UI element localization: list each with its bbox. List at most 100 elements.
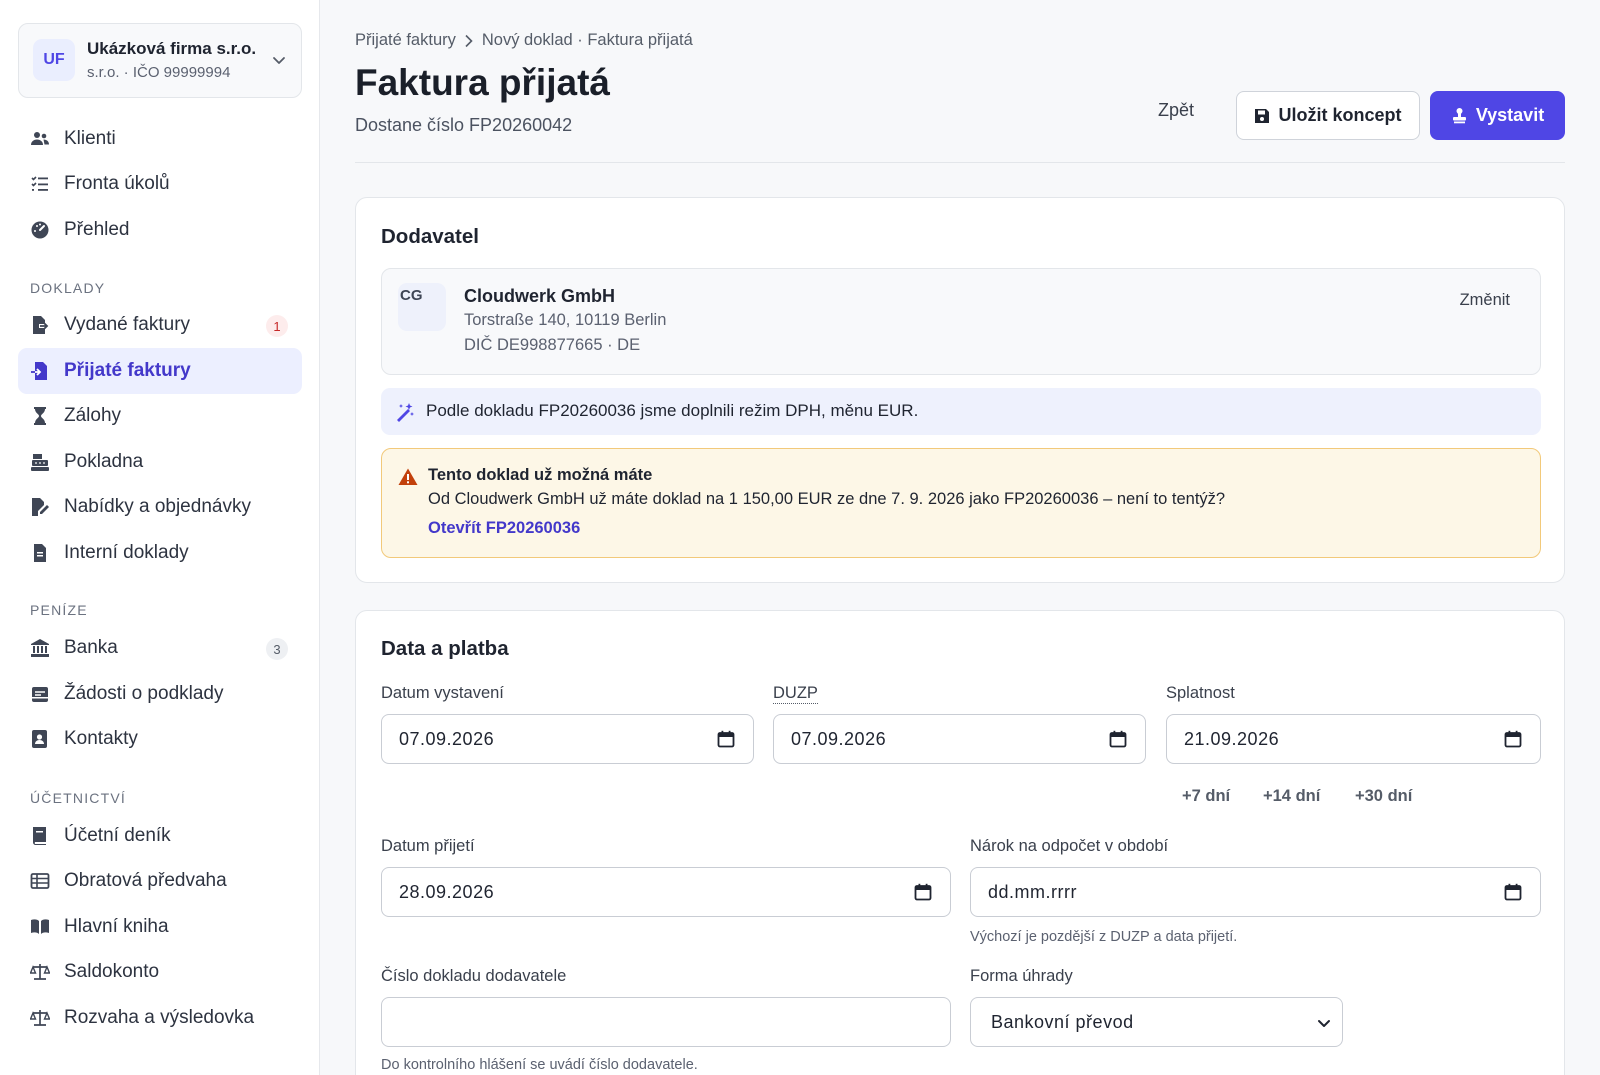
sidebar-item-fronta-ukolu[interactable]: Fronta úkolů — [18, 161, 302, 207]
calendar-icon[interactable] — [717, 730, 735, 748]
users-icon — [31, 132, 49, 145]
save-draft-button[interactable]: Uložit koncept — [1236, 91, 1420, 140]
sidebar-item-label: Účetní deník — [64, 825, 171, 846]
sidebar-item-label: Žádosti o podklady — [64, 683, 224, 704]
supplier-doc-number-field[interactable] — [381, 997, 951, 1047]
due-plus-30-button[interactable]: +30 dní — [1355, 787, 1412, 806]
sidebar-item-zalohy[interactable]: Zálohy — [18, 393, 302, 439]
company-logo: UF — [33, 39, 75, 81]
warning-title: Tento doklad už možná máte — [428, 466, 653, 484]
deduction-period-label: Nárok na odpočet v období — [970, 837, 1169, 855]
sidebar-item-label: Banka — [64, 637, 118, 658]
supplier-box: CG Cloudwerk GmbH Torstraße 140, 10119 B… — [381, 268, 1541, 375]
sidebar-item-label: Přehled — [64, 219, 130, 240]
sidebar-item-prijate-faktury[interactable]: Přijaté faktury — [18, 348, 302, 394]
deduction-period-hint: Výchozí je pozdější z DUZP a data přijet… — [970, 929, 1238, 945]
company-switcher[interactable]: UF Ukázková firma s.r.o. s.r.o. · IČO 99… — [18, 23, 302, 98]
due-plus-7-button[interactable]: +7 dní — [1182, 787, 1230, 806]
supplier-card: Dodavatel CG Cloudwerk GmbH Torstraße 14… — [355, 197, 1565, 583]
bank-icon — [31, 639, 49, 657]
due-plus-14-button[interactable]: +14 dní — [1263, 787, 1320, 806]
payment-method-label: Forma úhrady — [970, 967, 1073, 985]
deduction-period-field[interactable]: dd.mm.rrrr — [970, 867, 1541, 917]
main-content: Přijaté faktury Nový doklad · Faktura př… — [320, 0, 1600, 1075]
save-draft-label: Uložit koncept — [1278, 105, 1402, 125]
stamp-icon — [1452, 108, 1466, 124]
calendar-icon[interactable] — [914, 883, 932, 901]
book-icon — [32, 827, 46, 845]
sidebar-item-interni-doklady[interactable]: Interní doklady — [18, 530, 302, 576]
due-date-field[interactable]: 21.09.2026 — [1166, 714, 1541, 764]
sidebar-item-pokladna[interactable]: Pokladna — [18, 439, 302, 485]
back-button[interactable]: Zpět — [1158, 100, 1194, 121]
sidebar-item-label: Kontakty — [64, 728, 138, 749]
due-date-value: 21.09.2026 — [1184, 729, 1280, 749]
section-ucetnictvi: ÚČETNICTVÍ — [30, 790, 126, 806]
sidebar-item-saldokonto[interactable]: Saldokonto — [18, 949, 302, 995]
open-existing-document-link[interactable]: Otevřít FP20260036 — [428, 519, 580, 538]
sidebar-item-kontakty[interactable]: Kontakty — [18, 716, 302, 762]
issue-date-value: 07.09.2026 — [399, 729, 495, 749]
received-date-field[interactable]: 28.09.2026 — [381, 867, 951, 917]
received-date-value: 28.09.2026 — [399, 882, 495, 902]
duzp-field[interactable]: 07.09.2026 — [773, 714, 1146, 764]
supplier-heading: Dodavatel — [381, 225, 479, 248]
inbox-request-icon — [32, 687, 48, 702]
supplier-tax-id: DIČ DE998877665 · DE — [464, 336, 641, 354]
sidebar-item-vydane-faktury[interactable]: Vydané faktury 1 — [18, 302, 302, 348]
sidebar-item-obratova-predvaha[interactable]: Obratová předvaha — [18, 858, 302, 904]
chevron-down-icon — [273, 57, 285, 64]
due-date-label: Splatnost — [1166, 684, 1235, 702]
duplicate-warning: Tento doklad už možná máte Od Cloudwerk … — [381, 448, 1541, 558]
section-doklady: DOKLADY — [30, 280, 106, 296]
invoice-out-icon — [33, 316, 49, 334]
duzp-value: 07.09.2026 — [791, 729, 887, 749]
sidebar-item-banka[interactable]: Banka 3 — [18, 625, 302, 671]
sidebar-item-zadosti[interactable]: Žádosti o podklady — [18, 671, 302, 717]
supplier-avatar: CG — [398, 283, 446, 331]
sidebar-item-label: Obratová předvaha — [64, 870, 227, 891]
calendar-icon[interactable] — [1504, 730, 1522, 748]
company-name: Ukázková firma s.r.o. — [87, 39, 257, 58]
issue-button[interactable]: Vystavit — [1430, 91, 1565, 140]
received-date-label: Datum přijetí — [381, 837, 475, 855]
sidebar-item-rozvaha[interactable]: Rozvaha a výsledovka — [18, 995, 302, 1041]
sidebar-item-prehled[interactable]: Přehled — [18, 207, 302, 253]
open-book-icon — [31, 919, 49, 934]
autofill-info-banner: Podle dokladu FP20260036 jsme doplnili r… — [381, 388, 1541, 435]
contact-card-icon — [32, 730, 47, 748]
sidebar-item-label: Interní doklady — [64, 542, 189, 563]
breadcrumb: Přijaté faktury Nový doklad · Faktura př… — [355, 31, 693, 50]
calendar-icon[interactable] — [1109, 730, 1127, 748]
supplier-doc-number-hint: Do kontrolního hlášení se uvádí číslo do… — [381, 1057, 698, 1073]
sidebar-item-label: Vydané faktury — [64, 314, 191, 335]
balance-icon — [30, 1010, 50, 1026]
sidebar-item-ucetni-denik[interactable]: Účetní deník — [18, 813, 302, 859]
badge-count: 3 — [266, 638, 288, 660]
sidebar-item-nabidky[interactable]: Nabídky a objednávky — [18, 484, 302, 530]
sidebar-item-label: Přijaté faktury — [64, 360, 191, 381]
calendar-icon[interactable] — [1504, 883, 1522, 901]
hourglass-icon — [34, 407, 46, 425]
sidebar-item-label: Nabídky a objednávky — [64, 496, 251, 517]
warning-text: Od Cloudwerk GmbH už máte doklad na 1 15… — [428, 490, 1226, 508]
chevron-right-icon — [465, 34, 473, 47]
payment-method-select[interactable]: Bankovní převod — [970, 997, 1343, 1047]
change-supplier-button[interactable]: Změnit — [1460, 291, 1510, 310]
sidebar-item-klienti[interactable]: Klienti — [18, 116, 302, 162]
issue-date-field[interactable]: 07.09.2026 — [381, 714, 754, 764]
deduction-period-placeholder: dd.mm.rrrr — [988, 882, 1077, 902]
sidebar-item-label: Rozvaha a výsledovka — [64, 1007, 255, 1028]
sidebar-item-hlavni-kniha[interactable]: Hlavní kniha — [18, 904, 302, 950]
section-penize: PENÍZE — [30, 602, 88, 618]
magic-wand-icon — [397, 403, 414, 422]
breadcrumb-parent-link[interactable]: Přijaté faktury — [355, 31, 456, 50]
gauge-icon — [31, 221, 49, 239]
document-icon — [34, 544, 46, 562]
company-sub: s.r.o. · IČO 99999994 — [87, 64, 231, 81]
warning-icon — [398, 468, 418, 485]
chevron-down-icon — [1318, 1020, 1330, 1027]
duzp-label[interactable]: DUZP — [773, 684, 818, 704]
sidebar-item-label: Fronta úkolů — [64, 173, 170, 194]
scale-icon — [30, 964, 50, 980]
